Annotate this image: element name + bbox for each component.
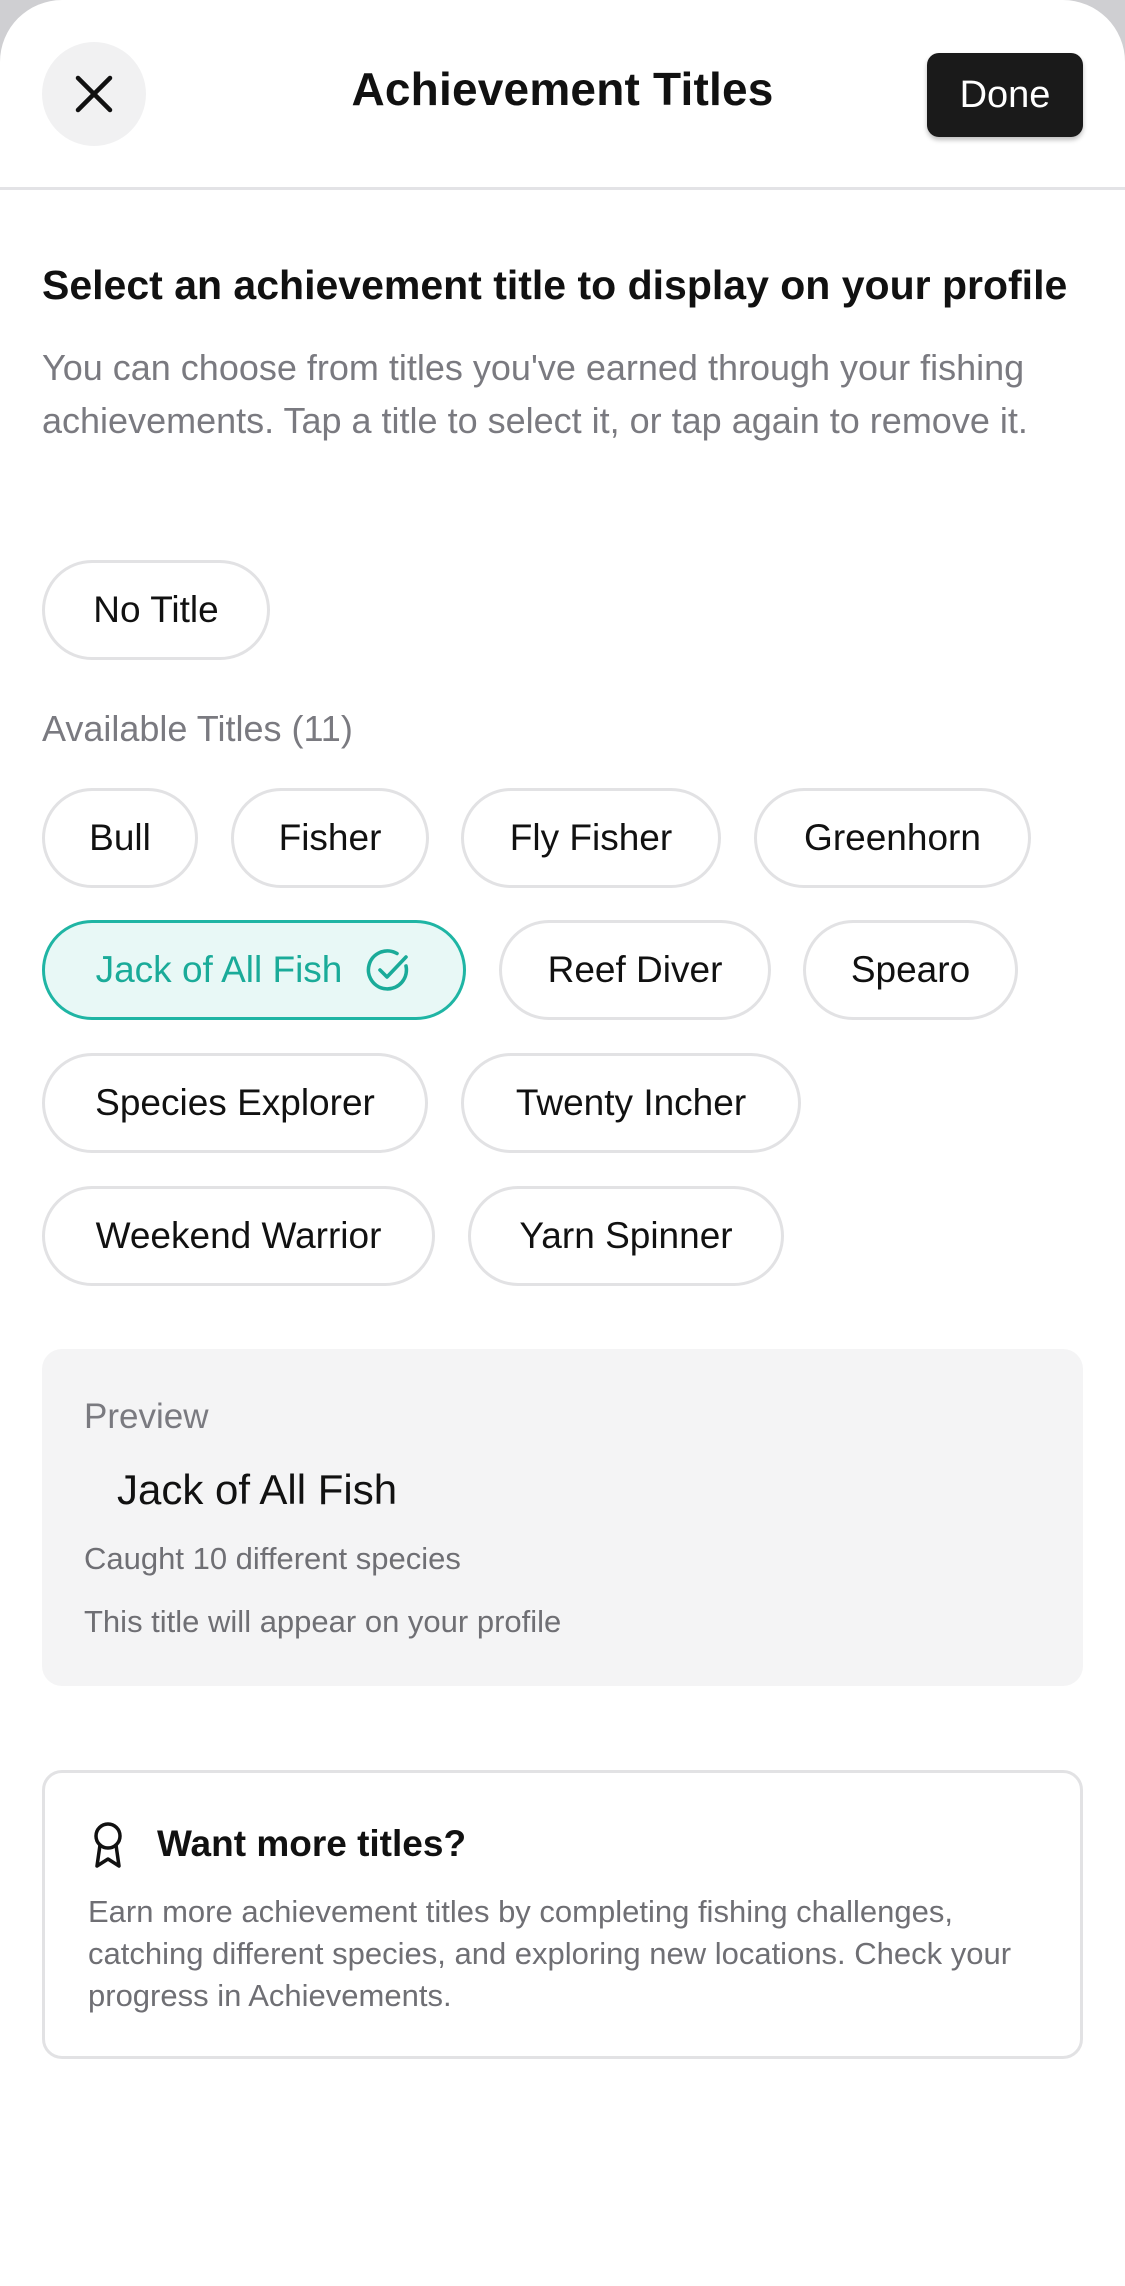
- preview-card: Preview Jack of All Fish Caught 10 diffe…: [42, 1349, 1083, 1686]
- award-icon: [94, 1822, 122, 1868]
- preview-description: Caught 10 different species: [84, 1541, 461, 1576]
- info-description: Earn more achievement titles by completi…: [88, 1894, 1012, 2013]
- done-button[interactable]: Done: [927, 53, 1083, 137]
- preview-label: Preview: [84, 1397, 209, 1436]
- info-title: Want more titles?: [157, 1823, 467, 1864]
- title-chip-reef-diver[interactable]: Reef Diver: [499, 920, 771, 1020]
- title-chip-twenty-incher[interactable]: Twenty Incher: [461, 1053, 801, 1153]
- title-chip-bull[interactable]: Bull: [42, 788, 198, 888]
- title-chip-label: Jack of All Fish: [95, 949, 343, 990]
- title-chip-fisher[interactable]: Fisher: [231, 788, 429, 888]
- preview-title: Jack of All Fish: [117, 1466, 398, 1513]
- no-title-chip[interactable]: No Title: [42, 560, 270, 660]
- title-chip-greenhorn[interactable]: Greenhorn: [754, 788, 1031, 888]
- header: Achievement Titles Done: [0, 0, 1125, 190]
- title-chip-yarn-spinner[interactable]: Yarn Spinner: [468, 1186, 784, 1286]
- title-chip-species-explorer[interactable]: Species Explorer: [42, 1053, 428, 1153]
- intro-heading: Select an achievement title to display o…: [42, 262, 1068, 308]
- more-titles-card: Want more titles? Earn more achievement …: [42, 1770, 1083, 2059]
- title-chip-jack-of-all-fish[interactable]: Jack of All Fish: [42, 920, 466, 1020]
- check-circle-icon: [366, 947, 412, 993]
- intro-description: You can choose from titles you've earned…: [42, 347, 1028, 441]
- title-chip-spearo[interactable]: Spearo: [803, 920, 1018, 1020]
- title-chip-weekend-warrior[interactable]: Weekend Warrior: [42, 1186, 435, 1286]
- available-titles-label: Available Titles (11): [42, 708, 353, 749]
- preview-note: This title will appear on your profile: [84, 1604, 562, 1639]
- title-chip-fly-fisher[interactable]: Fly Fisher: [461, 788, 721, 888]
- bottom-sheet: Achievement Titles Done Select an achiev…: [0, 0, 1125, 2286]
